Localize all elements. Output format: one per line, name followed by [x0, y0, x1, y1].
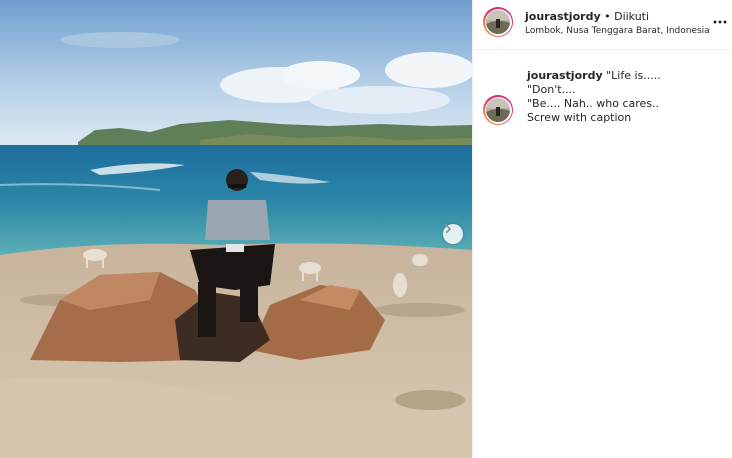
caption-line: jourastjordy "Life is.....: [527, 69, 661, 82]
photo-scene: [0, 0, 472, 458]
caption-username[interactable]: jourastjordy: [527, 69, 603, 82]
avatar-photo: [486, 98, 510, 122]
more-options-button[interactable]: [711, 13, 729, 31]
chevron-right-icon: [445, 224, 451, 234]
author-username[interactable]: jourastjordy: [525, 10, 601, 23]
caption-author-avatar[interactable]: [483, 95, 513, 125]
caption-line: "Be.... Nah.. who cares..: [527, 97, 660, 110]
post-location[interactable]: Lombok, Nusa Tenggara Barat, Indonesia: [525, 26, 710, 36]
instagram-post-modal: jourastjordy • Diikuti Lombok, Nusa Teng…: [0, 0, 732, 458]
post-header: jourastjordy • Diikuti Lombok, Nusa Teng…: [473, 0, 732, 50]
author-avatar[interactable]: [483, 7, 513, 37]
author-line: jourastjordy • Diikuti: [525, 10, 649, 23]
follow-status[interactable]: Diikuti: [614, 10, 649, 23]
more-options-icon: [713, 20, 727, 24]
post-sidebar: jourastjordy • Diikuti Lombok, Nusa Teng…: [472, 0, 732, 458]
caption-text: jourastjordy "Life is..... "Don't.... "B…: [527, 69, 727, 125]
post-photo[interactable]: [0, 0, 472, 458]
separator-dot: •: [600, 10, 615, 23]
next-photo-button[interactable]: [443, 224, 463, 244]
caption-line: "Don't....: [527, 83, 576, 96]
caption-line: Screw with caption: [527, 111, 632, 124]
avatar-photo: [486, 10, 510, 34]
